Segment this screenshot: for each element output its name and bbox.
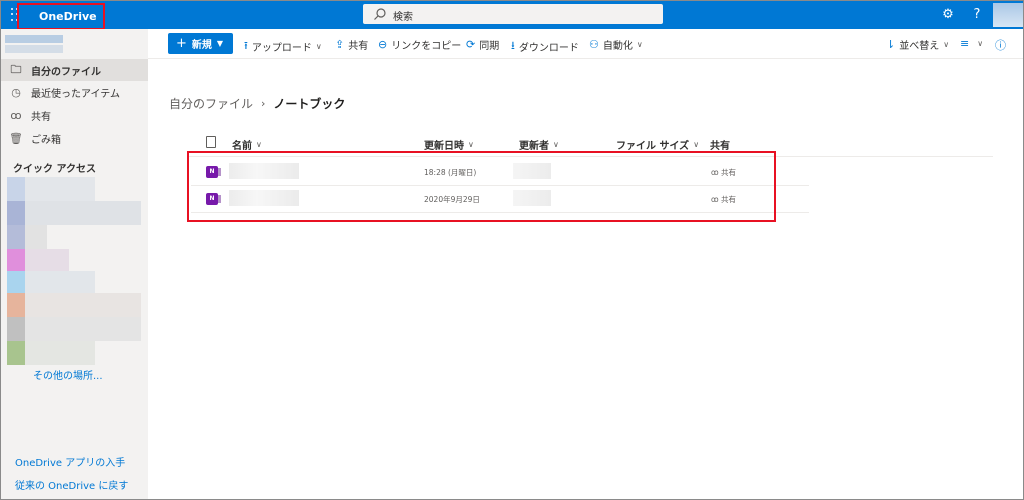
search-placeholder: 検索 [393, 12, 413, 23]
chevron-right-icon: › [261, 97, 266, 110]
get-apps-link[interactable]: OneDrive アプリの入手 [15, 454, 125, 469]
brand-title[interactable]: OneDrive [17, 3, 105, 30]
sidebar-item-label: ごみ箱 [31, 134, 61, 146]
new-button-label: 新規 [191, 40, 212, 51]
settings-gear-icon[interactable]: ⚙ [939, 6, 957, 24]
chevron-down-icon: ∨ [977, 39, 984, 48]
user-name-blurred [5, 35, 63, 43]
sidebar-item-shared[interactable]: ꝏ 共有 [1, 104, 148, 126]
chevron-down-icon: ∨ [315, 42, 322, 51]
download-label: ダウンロード [518, 43, 579, 54]
chevron-down-icon: ∨ [693, 140, 700, 149]
chevron-down-icon: ∨ [636, 40, 643, 49]
column-header-label: ファイル サイズ [616, 141, 690, 152]
plus-icon: + [176, 36, 187, 51]
recent-icon: ◷ [11, 85, 21, 99]
breadcrumb-root[interactable]: 自分のファイル [169, 95, 253, 112]
view-options-button[interactable]: ≡ ∨ [960, 37, 983, 50]
more-places-link[interactable]: その他の場所... [33, 367, 103, 382]
view-list-icon: ≡ [960, 37, 970, 50]
search-icon [374, 8, 386, 20]
copy-link-label: リンクをコピー [391, 41, 462, 52]
column-header-label: 名前 [232, 141, 252, 152]
sync-label: 同期 [479, 41, 500, 52]
upload-label: アップロード [251, 43, 312, 54]
column-header-modified[interactable]: 更新日時 ∨ [424, 137, 474, 152]
sidebar-item-my-files[interactable]: 🗀 自分のファイル [1, 59, 148, 81]
info-button[interactable]: ⓘ [995, 37, 1010, 53]
link-icon: ⊖ [378, 38, 388, 51]
copy-link-button[interactable]: ⊖ リンクをコピー [378, 37, 461, 52]
chevron-down-icon: ∨ [256, 140, 262, 149]
column-header-label: 更新日時 [424, 141, 464, 152]
left-sidebar: 🗀 自分のファイル ◷ 最近使ったアイテム ꝏ 共有 🗑 ごみ箱 クイック アク… [1, 29, 148, 499]
chevron-down-icon: ▼ [216, 39, 224, 48]
share-button[interactable]: ⇪ 共有 [335, 37, 368, 52]
search-box[interactable]: 検索 [363, 4, 663, 24]
download-icon: ⭳ [511, 39, 515, 52]
upload-icon: ⭱ [244, 39, 248, 52]
breadcrumb: 自分のファイル › ノートブック [169, 95, 345, 112]
column-header-label: 更新者 [519, 141, 549, 152]
sync-button[interactable]: ⟳ 同期 [466, 37, 499, 52]
chevron-down-icon: ∨ [943, 40, 950, 49]
return-classic-link[interactable]: 従来の OneDrive に戻す [15, 477, 128, 492]
column-header-sharing[interactable]: 共有 [710, 137, 730, 152]
shared-icon: ꝏ [10, 108, 22, 122]
column-header-modified-by[interactable]: 更新者 ∨ [519, 137, 559, 152]
column-header-file-size[interactable]: ファイル サイズ ∨ [616, 137, 699, 152]
sidebar-item-label: 自分のファイル [31, 66, 101, 78]
sidebar-item-label: 共有 [31, 111, 51, 123]
new-button[interactable]: + 新規 ▼ [168, 33, 233, 54]
sync-icon: ⟳ [466, 38, 476, 51]
help-icon[interactable]: ? [968, 6, 986, 24]
sidebar-item-recycle-bin[interactable]: 🗑 ごみ箱 [1, 127, 148, 149]
user-name-blurred-2 [5, 45, 63, 53]
column-header-label: 共有 [710, 141, 730, 152]
sort-button[interactable]: ⇂ 並べ替え ∨ [886, 37, 949, 52]
quick-access-title: クイック アクセス [13, 164, 96, 175]
automate-icon: ⚇ [589, 38, 599, 51]
sort-label: 並べ替え [899, 41, 940, 52]
avatar[interactable] [993, 3, 1023, 27]
quick-access-list-blurred [7, 177, 141, 367]
recycle-bin-icon: 🗑 [9, 131, 23, 145]
folder-icon: 🗀 [10, 62, 22, 76]
column-header-name[interactable]: 名前 ∨ [232, 137, 262, 152]
breadcrumb-current: ノートブック [273, 97, 346, 111]
share-label: 共有 [348, 41, 369, 52]
sort-icon: ⇂ [886, 38, 896, 51]
share-icon: ⇪ [335, 38, 345, 51]
file-type-icon[interactable] [206, 136, 216, 148]
chevron-down-icon: ∨ [553, 140, 559, 149]
automate-label: 自動化 [602, 41, 633, 52]
sidebar-item-recent[interactable]: ◷ 最近使ったアイテム [1, 81, 148, 103]
automate-button[interactable]: ⚇ 自動化 ∨ [589, 37, 643, 52]
sidebar-item-label: 最近使ったアイテム [31, 88, 120, 100]
top-app-bar: OneDrive 検索 ⚙ ? [1, 1, 1023, 30]
download-button[interactable]: ⭳ ダウンロード [511, 37, 579, 56]
chevron-down-icon: ∨ [468, 140, 474, 149]
highlight-box [187, 151, 776, 222]
command-bar: + 新規 ▼ ⭱ アップロード ∨ ⇪ 共有 ⊖ リンクをコピー ⟳ 同期 ⭳ … [148, 29, 1023, 59]
upload-button[interactable]: ⭱ アップロード ∨ [244, 37, 322, 56]
info-icon: ⓘ [995, 39, 1006, 52]
